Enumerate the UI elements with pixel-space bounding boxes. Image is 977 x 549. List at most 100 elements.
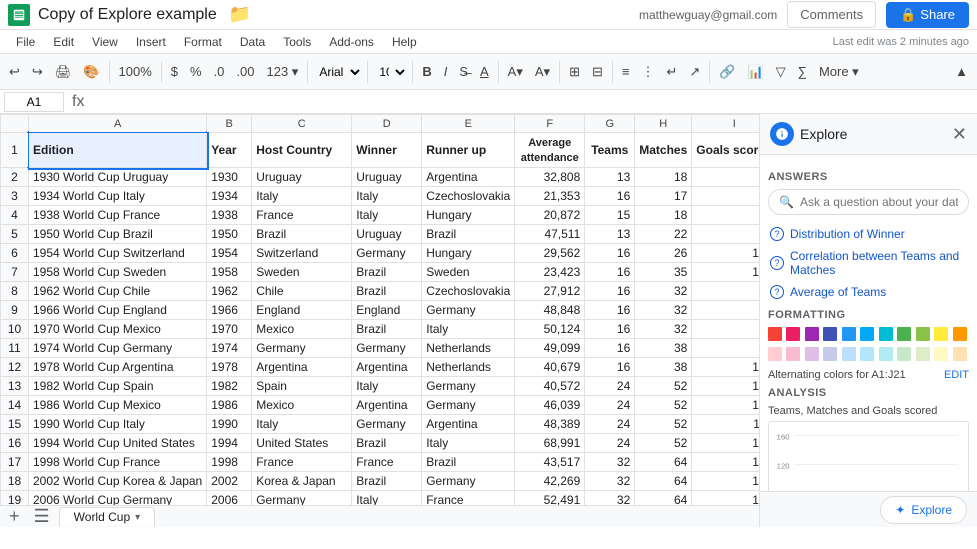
cell-17-8[interactable]: 171: [692, 453, 759, 472]
header-cell-7[interactable]: Matches: [635, 133, 692, 168]
cell-6-5[interactable]: 29,562: [515, 244, 585, 263]
cell-6-0[interactable]: 1954 World Cup Switzerland: [29, 244, 207, 263]
decimal-more-button[interactable]: .0: [209, 60, 230, 83]
answer-item-2[interactable]: ? Average of Teams: [768, 281, 969, 303]
search-bar[interactable]: 🔍: [768, 189, 969, 215]
insert-link-button[interactable]: 🔗: [714, 60, 740, 84]
cell-19-1[interactable]: 2006: [207, 491, 252, 505]
collapse-toolbar-button[interactable]: ▲: [950, 60, 973, 83]
cell-16-1[interactable]: 1994: [207, 434, 252, 453]
cell-6-7[interactable]: 26: [635, 244, 692, 263]
cell-15-3[interactable]: Germany: [352, 415, 422, 434]
font-size-select[interactable]: 10: [372, 61, 408, 83]
font-select[interactable]: Arial: [312, 61, 363, 83]
answer-item-0[interactable]: ? Distribution of Winner: [768, 223, 969, 245]
cell-14-2[interactable]: Mexico: [252, 396, 352, 415]
color-swatch-light[interactable]: [768, 347, 782, 361]
cell-11-0[interactable]: 1974 World Cup Germany: [29, 339, 207, 358]
cell-11-6[interactable]: 16: [585, 339, 635, 358]
cell-4-6[interactable]: 15: [585, 206, 635, 225]
cell-14-5[interactable]: 46,039: [515, 396, 585, 415]
format-more-button[interactable]: 123 ▾: [261, 60, 303, 84]
cell-13-5[interactable]: 40,572: [515, 377, 585, 396]
cell-19-2[interactable]: Germany: [252, 491, 352, 505]
cell-15-6[interactable]: 24: [585, 415, 635, 434]
cell-5-1[interactable]: 1950: [207, 225, 252, 244]
cell-2-8[interactable]: 70: [692, 168, 759, 187]
cell-17-5[interactable]: 43,517: [515, 453, 585, 472]
cell-5-2[interactable]: Brazil: [252, 225, 352, 244]
cell-4-3[interactable]: Italy: [352, 206, 422, 225]
col-header-i[interactable]: I: [692, 115, 759, 133]
cell-5-4[interactable]: Brazil: [422, 225, 515, 244]
cell-19-7[interactable]: 64: [635, 491, 692, 505]
cell-4-8[interactable]: 84: [692, 206, 759, 225]
cell-18-7[interactable]: 64: [635, 472, 692, 491]
edit-link[interactable]: EDIT: [944, 369, 969, 381]
cell-3-2[interactable]: Italy: [252, 187, 352, 206]
color-swatch-light[interactable]: [823, 347, 837, 361]
cell-13-6[interactable]: 24: [585, 377, 635, 396]
color-swatch-light[interactable]: [842, 347, 856, 361]
view-all-sheets-button[interactable]: ☰: [29, 504, 55, 527]
cell-9-8[interactable]: 89: [692, 301, 759, 320]
cell-10-0[interactable]: 1970 World Cup Mexico: [29, 320, 207, 339]
cell-16-6[interactable]: 24: [585, 434, 635, 453]
cell-8-7[interactable]: 32: [635, 282, 692, 301]
cell-8-2[interactable]: Chile: [252, 282, 352, 301]
cell-18-8[interactable]: 161: [692, 472, 759, 491]
cell-17-3[interactable]: France: [352, 453, 422, 472]
cell-13-3[interactable]: Italy: [352, 377, 422, 396]
cell-7-6[interactable]: 16: [585, 263, 635, 282]
header-cell-6[interactable]: Teams: [585, 133, 635, 168]
cell-8-0[interactable]: 1962 World Cup Chile: [29, 282, 207, 301]
col-header-f[interactable]: F: [515, 115, 585, 133]
cell-2-2[interactable]: Uruguay: [252, 168, 352, 187]
paint-format-button[interactable]: 🎨: [78, 60, 104, 84]
cell-3-8[interactable]: 70: [692, 187, 759, 206]
cell-13-4[interactable]: Germany: [422, 377, 515, 396]
cell-4-5[interactable]: 20,872: [515, 206, 585, 225]
cell-10-8[interactable]: 95: [692, 320, 759, 339]
cell-2-3[interactable]: Uruguay: [352, 168, 422, 187]
cell-7-4[interactable]: Sweden: [422, 263, 515, 282]
cell-4-0[interactable]: 1938 World Cup France: [29, 206, 207, 225]
color-swatch[interactable]: [934, 327, 948, 341]
cell-13-0[interactable]: 1982 World Cup Spain: [29, 377, 207, 396]
cell-3-6[interactable]: 16: [585, 187, 635, 206]
header-cell-3[interactable]: Winner: [352, 133, 422, 168]
color-swatch[interactable]: [860, 327, 874, 341]
color-swatch[interactable]: [916, 327, 930, 341]
menu-view[interactable]: View: [84, 33, 126, 51]
cell-7-5[interactable]: 23,423: [515, 263, 585, 282]
menu-data[interactable]: Data: [232, 33, 273, 51]
menu-addons[interactable]: Add-ons: [321, 33, 382, 51]
cell-12-5[interactable]: 40,679: [515, 358, 585, 377]
cell-3-4[interactable]: Czechoslovakia: [422, 187, 515, 206]
formula-input[interactable]: Edition: [92, 93, 973, 111]
cell-9-5[interactable]: 48,848: [515, 301, 585, 320]
col-header-c[interactable]: C: [252, 115, 352, 133]
cell-16-4[interactable]: Italy: [422, 434, 515, 453]
fill-color-button[interactable]: A▾: [503, 60, 528, 84]
cell-18-1[interactable]: 2002: [207, 472, 252, 491]
cell-2-1[interactable]: 1930: [207, 168, 252, 187]
text-wrap-button[interactable]: ↵: [661, 60, 682, 84]
color-swatch-light[interactable]: [953, 347, 967, 361]
explore-button[interactable]: ✦ Explore: [880, 496, 967, 524]
cell-13-1[interactable]: 1982: [207, 377, 252, 396]
cell-11-7[interactable]: 38: [635, 339, 692, 358]
cell-10-3[interactable]: Brazil: [352, 320, 422, 339]
col-header-d[interactable]: D: [352, 115, 422, 133]
header-cell-5[interactable]: Averageattendance: [515, 133, 585, 168]
cell-11-4[interactable]: Netherlands: [422, 339, 515, 358]
cell-18-3[interactable]: Brazil: [352, 472, 422, 491]
menu-tools[interactable]: Tools: [275, 33, 319, 51]
currency-button[interactable]: $: [166, 60, 183, 83]
cell-19-5[interactable]: 52,491: [515, 491, 585, 505]
cell-9-1[interactable]: 1966: [207, 301, 252, 320]
cell-7-3[interactable]: Brazil: [352, 263, 422, 282]
header-cell-0[interactable]: Edition: [29, 133, 207, 168]
color-swatch-light[interactable]: [897, 347, 911, 361]
cell-2-0[interactable]: 1930 World Cup Uruguay: [29, 168, 207, 187]
